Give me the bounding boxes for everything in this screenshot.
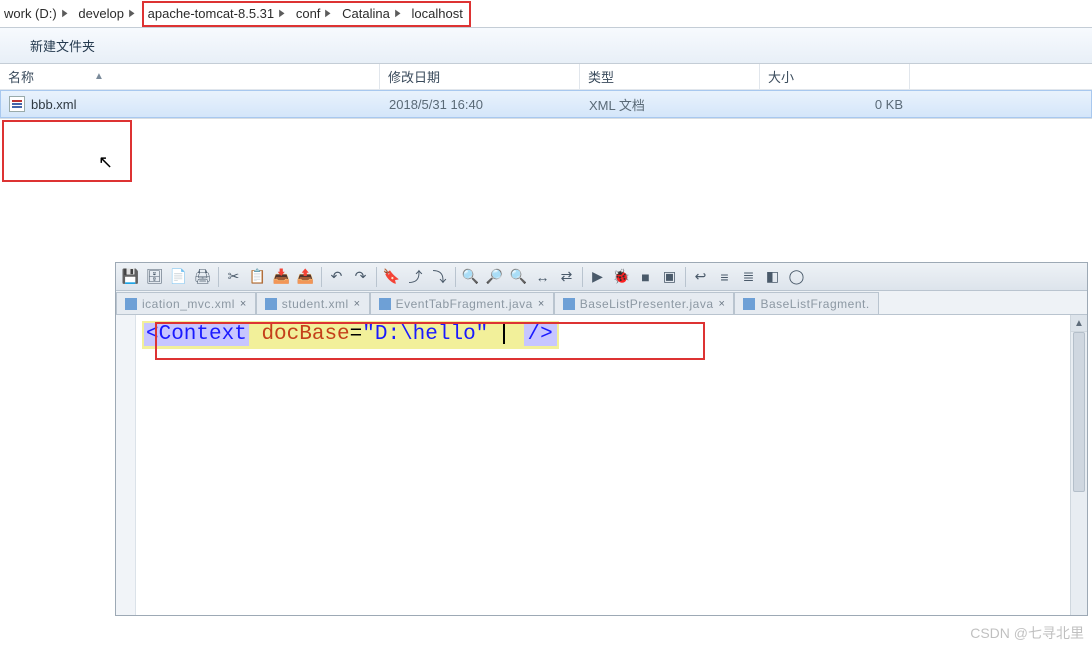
- editor-body: <Context docBase="D:\hello" /> ▲: [116, 315, 1087, 615]
- undo-icon[interactable]: ↶: [326, 266, 348, 288]
- explorer: work (D:)▶ develop▶ apache-tomcat-8.5.31…: [0, 0, 1092, 119]
- col-name[interactable]: 名称▲: [0, 64, 380, 90]
- tab-baselistpresenter[interactable]: BaseListPresenter.java×: [554, 292, 735, 314]
- breadcrumb-localhost[interactable]: localhost: [408, 2, 469, 26]
- file-tab-icon: [265, 298, 277, 310]
- file-tab-icon: [743, 298, 755, 310]
- col-size[interactable]: 大小: [760, 64, 910, 90]
- file-tab-icon: [563, 298, 575, 310]
- find-next-icon[interactable]: 🔎: [484, 266, 506, 288]
- run-icon[interactable]: ▶: [587, 266, 609, 288]
- cut-icon[interactable]: ✂: [223, 266, 245, 288]
- replace-all-icon[interactable]: ⇄: [556, 266, 578, 288]
- xml-attr-name: docBase: [261, 323, 349, 346]
- explorer-toolbar: 新建文件夹: [0, 28, 1092, 64]
- file-tab-icon: [379, 298, 391, 310]
- find-prev-icon[interactable]: 🔍: [508, 266, 530, 288]
- editor-tabs: ication_mvc.xml× student.xml× EventTabFr…: [116, 291, 1087, 315]
- redo-icon[interactable]: ↷: [350, 266, 372, 288]
- xml-file-icon: [9, 96, 25, 112]
- chevron-right-icon: ▶: [326, 8, 331, 19]
- file-list: bbb.xml 2018/5/31 16:40 XML 文档 0 KB: [0, 90, 1092, 118]
- file-size-cell: 0 KB: [761, 97, 911, 112]
- breadcrumb-catalina[interactable]: Catalina▶: [338, 2, 407, 26]
- new-folder-button[interactable]: 新建文件夹: [30, 36, 95, 55]
- xml-attr-value: "D:\hello": [362, 323, 488, 346]
- address-bar[interactable]: work (D:)▶ develop▶ apache-tomcat-8.5.31…: [0, 0, 1092, 28]
- terminal-icon[interactable]: ▣: [659, 266, 681, 288]
- debug-icon[interactable]: 🐞: [611, 266, 633, 288]
- editor-toolbar: 💾 🗄 📄 🖨 ✂ 📋 📥 📤 ↶ ↷ 🔖 ⤴ ⤵ 🔍 🔎 🔍 ↔ ⇄ ▶ 🐞 …: [116, 263, 1087, 291]
- breadcrumb-work-d[interactable]: work (D:)▶: [0, 2, 74, 26]
- xml-open-tag: <Context: [144, 323, 249, 346]
- editor-gutter: [116, 315, 136, 615]
- close-icon[interactable]: ×: [538, 298, 545, 310]
- file-modified-cell: 2018/5/31 16:40: [381, 97, 581, 112]
- paste-icon[interactable]: 📥: [271, 266, 293, 288]
- replace-icon[interactable]: ↔: [532, 266, 554, 288]
- scroll-thumb[interactable]: [1073, 332, 1085, 492]
- text-caret: [503, 322, 505, 344]
- format-icon[interactable]: ≡: [714, 266, 736, 288]
- breadcrumb-conf[interactable]: conf▶: [292, 2, 338, 26]
- tab-student[interactable]: student.xml×: [256, 292, 370, 314]
- chevron-right-icon: ▶: [62, 8, 67, 19]
- wrap-icon[interactable]: ↩: [690, 266, 712, 288]
- paste2-icon[interactable]: 📤: [295, 266, 317, 288]
- scroll-up-icon[interactable]: ▲: [1071, 315, 1087, 332]
- breadcrumb-highlight-box: apache-tomcat-8.5.31▶ conf▶ Catalina▶ lo…: [142, 1, 471, 27]
- breadcrumb-develop[interactable]: develop▶: [74, 2, 141, 26]
- save-all-icon[interactable]: 🗄: [144, 266, 166, 288]
- file-name-label: bbb.xml: [31, 97, 77, 112]
- close-icon[interactable]: ×: [240, 298, 247, 310]
- col-type[interactable]: 类型: [580, 64, 760, 90]
- tab-eventtab[interactable]: EventTabFragment.java×: [370, 292, 554, 314]
- col-modified[interactable]: 修改日期: [380, 64, 580, 90]
- chevron-right-icon: ▶: [279, 8, 284, 19]
- tab-baselistfragment[interactable]: BaseListFragment.: [734, 292, 878, 314]
- chevron-right-icon: ▶: [395, 8, 400, 19]
- save-icon[interactable]: 💾: [120, 266, 142, 288]
- find-icon[interactable]: 🔍: [460, 266, 482, 288]
- code-editor: 💾 🗄 📄 🖨 ✂ 📋 📥 📤 ↶ ↷ 🔖 ⤴ ⤵ 🔍 🔎 🔍 ↔ ⇄ ▶ 🐞 …: [115, 262, 1088, 616]
- chevron-right-icon: ▶: [129, 8, 134, 19]
- breadcrumb-tomcat[interactable]: apache-tomcat-8.5.31▶: [144, 2, 292, 26]
- column-headers: 名称▲ 修改日期 类型 大小: [0, 64, 1092, 90]
- print-icon[interactable]: 🖨: [192, 266, 214, 288]
- copy-icon[interactable]: 📄: [168, 266, 190, 288]
- format2-icon[interactable]: ≣: [738, 266, 760, 288]
- copy2-icon[interactable]: 📋: [247, 266, 269, 288]
- symbols-icon[interactable]: ◧: [762, 266, 784, 288]
- stop-icon[interactable]: ■: [635, 266, 657, 288]
- sort-arrow-icon: ▲: [94, 71, 104, 82]
- close-icon[interactable]: ×: [354, 298, 361, 310]
- bookmark-next-icon[interactable]: ⤵: [429, 266, 451, 288]
- more-icon[interactable]: ◯: [786, 266, 808, 288]
- file-tab-icon: [125, 298, 137, 310]
- file-name-cell: bbb.xml: [1, 96, 381, 112]
- tab-ication-mvc[interactable]: ication_mvc.xml×: [116, 292, 256, 314]
- xml-close-tag: />: [524, 323, 557, 346]
- bookmark-icon[interactable]: 🔖: [381, 266, 403, 288]
- bookmark-prev-icon[interactable]: ⤴: [405, 266, 427, 288]
- close-icon[interactable]: ×: [719, 298, 726, 310]
- file-type-cell: XML 文档: [581, 95, 761, 114]
- editor-text-area[interactable]: <Context docBase="D:\hello" />: [136, 315, 1070, 615]
- watermark: CSDN @七寻北里: [970, 623, 1084, 643]
- vertical-scrollbar[interactable]: ▲: [1070, 315, 1087, 615]
- file-row[interactable]: bbb.xml 2018/5/31 16:40 XML 文档 0 KB: [0, 90, 1092, 118]
